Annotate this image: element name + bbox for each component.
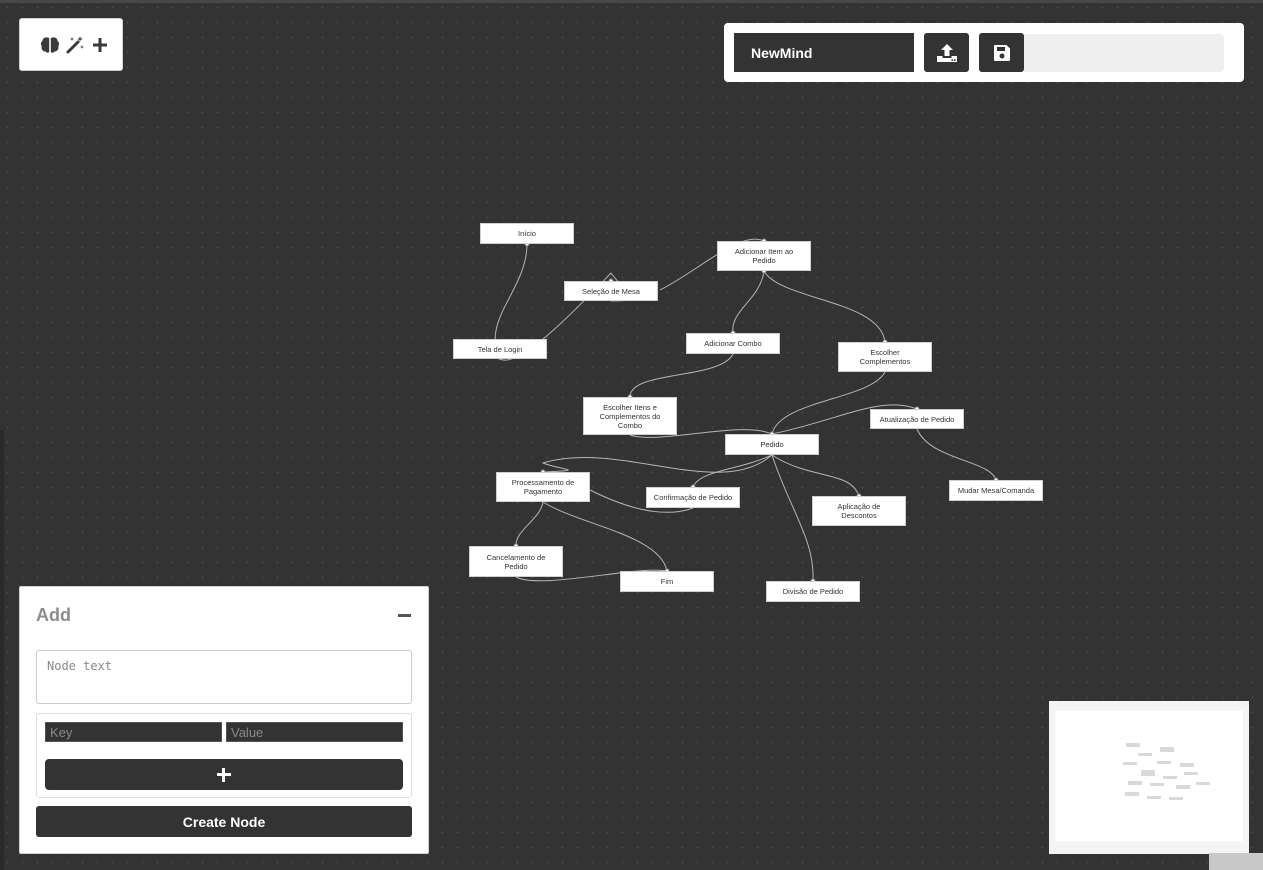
- node-text-input[interactable]: [36, 650, 412, 704]
- edge-pagamento-cancelamento: [515, 501, 544, 547]
- add-node-panel: Add Create Node: [19, 586, 429, 854]
- brain-icon[interactable]: [39, 34, 61, 56]
- create-node-button[interactable]: Create Node: [36, 806, 412, 837]
- node-adicionar-item[interactable]: Adicionar Item ao Pedido: [717, 241, 811, 271]
- value-input[interactable]: [226, 722, 403, 742]
- corner-handle: [1209, 853, 1263, 870]
- node-divisao-pedido[interactable]: Divisão de Pedido: [766, 581, 860, 602]
- map-toolbar: [724, 23, 1244, 82]
- upload-icon: [936, 43, 957, 62]
- magic-wand-icon[interactable]: [64, 34, 86, 56]
- upload-button[interactable]: [924, 33, 969, 72]
- node-tela-login[interactable]: Tela de Login: [453, 339, 547, 359]
- key-input[interactable]: [45, 722, 222, 742]
- node-aplicacao-descontos[interactable]: Aplicação de Descontos: [812, 496, 906, 526]
- edge-complementos-pedido: [771, 371, 886, 435]
- add-field-button[interactable]: [45, 759, 403, 790]
- edge-item-complementos: [763, 270, 886, 343]
- node-processamento-pagamento[interactable]: Processamento de Pagamento: [496, 472, 590, 502]
- node-cancelamento-pedido[interactable]: Cancelamento de Pedido: [469, 546, 563, 577]
- save-button[interactable]: [979, 33, 1024, 72]
- key-value-section: [36, 713, 412, 798]
- edge-item-combo: [732, 270, 765, 334]
- node-fim[interactable]: Fim: [620, 571, 714, 592]
- node-escolher-complementos[interactable]: Escolher Complementos: [838, 342, 932, 372]
- minus-icon[interactable]: [394, 603, 416, 625]
- edge-atualizacao-mudar: [916, 428, 997, 481]
- progress-bar: [1024, 34, 1224, 72]
- node-selecao-mesa[interactable]: Seleção de Mesa: [564, 281, 658, 301]
- minimap-nodes: [1123, 743, 1210, 800]
- node-mudar-mesa[interactable]: Mudar Mesa/Comanda: [949, 480, 1043, 501]
- edge-combo-itens: [629, 353, 734, 398]
- node-adicionar-combo[interactable]: Adicionar Combo: [686, 333, 780, 354]
- plus-icon[interactable]: [89, 34, 111, 56]
- edge-pedido-pagamento: [541, 454, 773, 473]
- toolbox-panel: [19, 18, 123, 71]
- node-confirmacao-pedido[interactable]: Confirmação de Pedido: [646, 487, 740, 508]
- edge-pedido-divisao: [771, 454, 814, 582]
- floppy-disk-icon: [993, 44, 1010, 61]
- minimap[interactable]: [1049, 701, 1249, 854]
- node-escolher-itens-combo[interactable]: Escolher Itens e Complementos do Combo: [583, 397, 677, 435]
- minimap-viewport: [1055, 711, 1243, 841]
- map-name-input[interactable]: [734, 33, 914, 72]
- node-atualizacao-pedido[interactable]: Atualização de Pedido: [870, 409, 964, 429]
- panel-title: Add: [36, 605, 71, 625]
- node-pedido[interactable]: Pedido: [725, 434, 819, 455]
- node-inicio[interactable]: Início: [480, 223, 574, 244]
